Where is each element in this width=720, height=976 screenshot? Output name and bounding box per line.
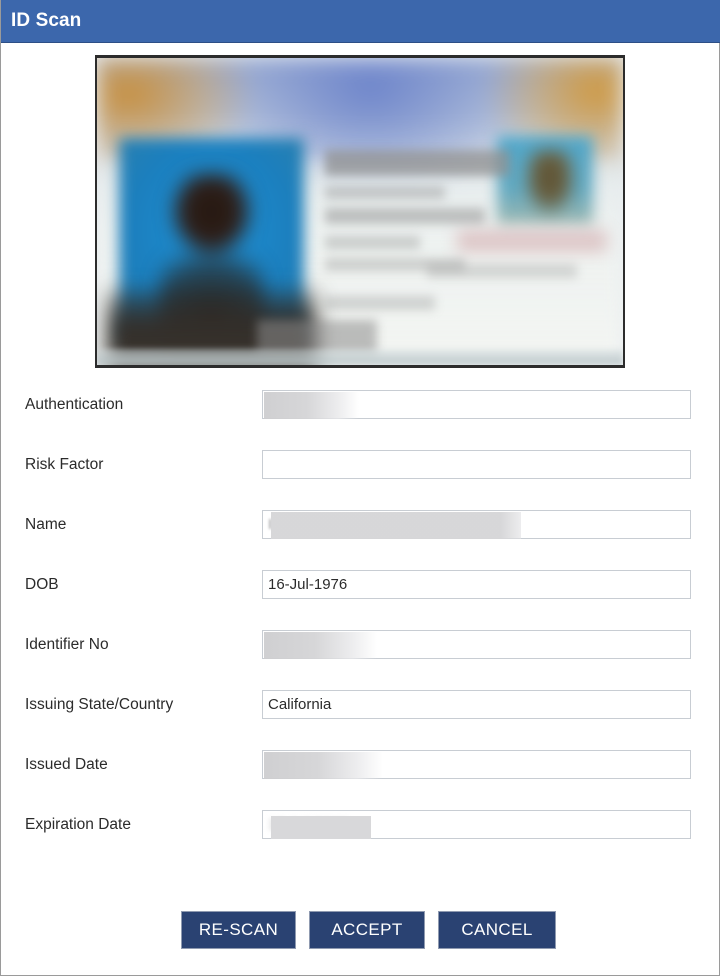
card-bottom-strip: [97, 349, 623, 365]
risk-factor-field[interactable]: [262, 450, 691, 479]
card-text-blur-2: [325, 186, 445, 199]
label-issuing-state-country: Issuing State/Country: [25, 696, 174, 713]
label-dob: DOB: [25, 576, 59, 593]
id-card-scan-canvas: [97, 58, 623, 365]
issuing-state-country-field[interactable]: California: [262, 690, 691, 719]
form-row-dob: DOB 16-Jul-1976: [1, 560, 720, 620]
authentication-redaction: [264, 392, 359, 419]
label-identifier-no: Identifier No: [25, 636, 109, 653]
accept-button[interactable]: ACCEPT: [309, 911, 425, 949]
dialog-title: ID Scan: [11, 10, 82, 31]
rescan-button[interactable]: RE-SCAN: [181, 911, 296, 949]
card-text-blur-4: [325, 236, 420, 249]
card-secondary-portrait-head: [527, 150, 573, 228]
identifier-no-field[interactable]: [262, 630, 691, 659]
label-issued-date: Issued Date: [25, 756, 108, 773]
label-authentication: Authentication: [25, 396, 124, 413]
dob-value: 16-Jul-1976: [268, 576, 348, 593]
name-ghost-text: I: [268, 516, 273, 533]
expiration-date-ghost-text: 18-Jul-2022: [268, 816, 348, 833]
card-color-band: [457, 230, 607, 252]
name-field[interactable]: I: [262, 510, 691, 539]
dialog-title-bar: ID Scan: [1, 0, 720, 43]
id-card-scan-image: [95, 55, 625, 368]
label-expiration-date: Expiration Date: [25, 816, 131, 833]
id-scan-dialog: ID Scan Authentication Risk Factor Name …: [0, 0, 720, 976]
issued-date-field[interactable]: [262, 750, 691, 779]
cancel-button[interactable]: CANCEL: [438, 911, 556, 949]
dob-field[interactable]: 16-Jul-1976: [262, 570, 691, 599]
form-row-identifier-no: Identifier No: [1, 620, 720, 680]
form-row-issuing-state-country: Issuing State/Country California: [1, 680, 720, 740]
card-text-blur-1: [325, 150, 510, 176]
card-text-blur-6: [325, 296, 435, 310]
identifier-no-redaction: [264, 632, 377, 659]
form-row-authentication: Authentication: [1, 380, 720, 440]
authentication-field[interactable]: [262, 390, 691, 419]
name-redaction: [271, 512, 521, 539]
id-scan-form: Authentication Risk Factor Name I DOB 16…: [1, 380, 720, 860]
label-risk-factor: Risk Factor: [25, 456, 104, 473]
card-text-blur-3: [325, 208, 485, 224]
issuing-state-country-value: California: [268, 696, 332, 713]
issued-date-redaction: [264, 752, 383, 779]
form-row-expiration-date: Expiration Date 18-Jul-2022: [1, 800, 720, 860]
label-name: Name: [25, 516, 67, 533]
form-row-issued-date: Issued Date: [1, 740, 720, 800]
card-text-blur-8: [427, 264, 577, 278]
expiration-date-field[interactable]: 18-Jul-2022: [262, 810, 691, 839]
form-row-name: Name I: [1, 500, 720, 560]
form-row-risk-factor: Risk Factor: [1, 440, 720, 500]
dialog-button-bar: RE-SCAN ACCEPT CANCEL: [1, 911, 720, 951]
